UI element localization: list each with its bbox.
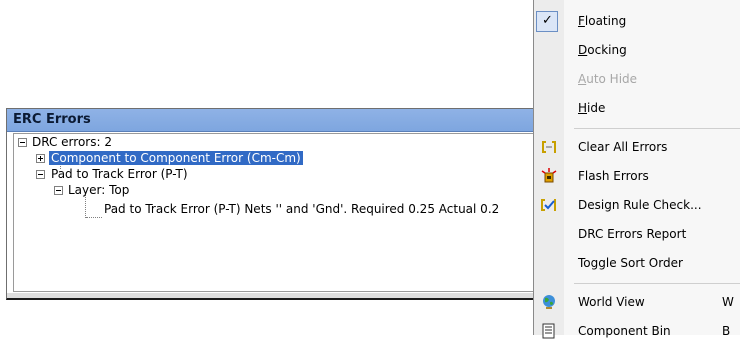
- tree-connector: [86, 217, 102, 218]
- mnemonic-letter: D: [578, 43, 588, 57]
- shortcut-key: W: [722, 295, 734, 309]
- globe-icon: [543, 295, 555, 309]
- menu-item-label: Flash Errors: [578, 169, 649, 183]
- menu-item-hide[interactable]: Hide: [534, 94, 740, 123]
- menu-item-label: Clear All Errors: [578, 140, 668, 154]
- menu-item-docking[interactable]: Docking: [534, 36, 740, 65]
- tree-node-cm-cm-label: Component to Component Error (Cm-Cm): [49, 151, 303, 165]
- menu-item-label: ocking: [587, 43, 627, 57]
- expand-toggle-cm-cm[interactable]: [36, 154, 45, 163]
- tree-node-drc-errors[interactable]: DRC errors: 2: [32, 134, 112, 150]
- tree-node-layer-top[interactable]: Layer: Top: [68, 182, 129, 198]
- menu-item-label: Component Bin: [578, 324, 671, 338]
- error-tree[interactable]: DRC errors: 2 Component to Component Err…: [13, 133, 539, 292]
- menu-item-label: uto Hide: [586, 72, 638, 86]
- menu-item-clear-all-errors[interactable]: Clear All Errors: [534, 133, 740, 162]
- tree-node-p-t[interactable]: Pad to Track Error (P-T): [51, 166, 188, 182]
- menu-item-label: loating: [584, 14, 627, 28]
- menu-item-label: World View: [578, 295, 645, 309]
- menu-item-floating[interactable]: ✓ Floating: [534, 7, 740, 36]
- context-menu: ✓ Floating Docking Auto Hide Hide Clear …: [533, 0, 740, 339]
- menu-item-label: ide: [587, 101, 606, 115]
- menu-item-component-bin[interactable]: Component Bin B: [534, 317, 740, 346]
- menu-item-label: Design Rule Check...: [578, 198, 702, 212]
- component-bin-icon: [542, 323, 555, 339]
- mnemonic-letter: F: [578, 14, 585, 28]
- collapse-toggle-layer[interactable]: [54, 186, 63, 195]
- mnemonic-letter: H: [578, 101, 588, 115]
- clear-errors-icon: [542, 141, 556, 153]
- menu-item-world-view[interactable]: World View W: [534, 288, 740, 317]
- collapse-toggle-root[interactable]: [18, 138, 27, 147]
- menu-item-auto-hide: Auto Hide: [534, 65, 740, 94]
- tree-node-error-detail[interactable]: Pad to Track Error (P-T) Nets '' and 'Gn…: [104, 201, 499, 217]
- menu-item-drc-errors-report[interactable]: DRC Errors Report: [534, 220, 740, 249]
- menu-item-design-rule-check[interactable]: Design Rule Check...: [534, 191, 740, 220]
- checkmark-icon: ✓: [536, 11, 558, 32]
- mnemonic-letter: A: [578, 72, 587, 86]
- menu-item-label: DRC Errors Report: [578, 227, 687, 241]
- menu-item-flash-errors[interactable]: Flash Errors: [534, 162, 740, 191]
- menu-item-label: Toggle Sort Order: [578, 256, 683, 270]
- panel-title-bar[interactable]: ERC Errors: [7, 109, 539, 132]
- menu-separator: [574, 128, 740, 129]
- tree-node-cm-cm[interactable]: Component to Component Error (Cm-Cm): [49, 150, 303, 166]
- design-rule-check-icon: [541, 199, 556, 211]
- menu-separator: [574, 283, 740, 284]
- erc-errors-panel: ERC Errors DRC errors: 2 Component to Co…: [6, 108, 540, 300]
- collapse-toggle-p-t[interactable]: [36, 170, 45, 179]
- flash-errors-icon: [541, 168, 557, 183]
- panel-title: ERC Errors: [13, 112, 91, 127]
- shortcut-key: B: [722, 324, 731, 338]
- panel-bottom-edge: [7, 293, 539, 298]
- menu-item-toggle-sort-order[interactable]: Toggle Sort Order: [534, 249, 740, 278]
